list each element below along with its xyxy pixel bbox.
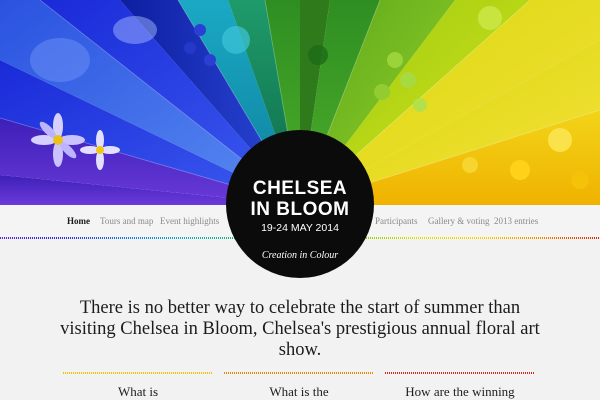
badge-motto: Creation in Colour xyxy=(261,250,339,261)
column-divider xyxy=(385,372,535,374)
column-divider xyxy=(224,372,374,374)
nav-item-gallery-voting[interactable]: Gallery & voting xyxy=(428,216,490,226)
badge-dates: 19-24 MAY 2014 xyxy=(261,222,339,234)
event-badge[interactable]: CHELSEA IN BLOOM 19-24 MAY 2014 Creation… xyxy=(226,130,374,278)
badge-title-line2: IN BLOOM xyxy=(250,199,350,220)
feature-column-3: How are the winning xyxy=(385,372,535,400)
nav-item-participants[interactable]: Participants xyxy=(375,216,418,226)
intro-text: There is no better way to celebrate the … xyxy=(60,298,540,360)
nav-item-tours-and-map[interactable]: Tours and map xyxy=(100,216,153,226)
nav-item-2013-entries[interactable]: 2013 entries xyxy=(494,216,538,226)
badge-title-line1: CHELSEA xyxy=(252,178,348,199)
column-divider xyxy=(63,372,213,374)
feature-column-2: What is the xyxy=(224,372,374,400)
feature-column-1: What is xyxy=(63,372,213,400)
column-heading[interactable]: What is the xyxy=(224,384,374,400)
column-heading[interactable]: How are the winning xyxy=(385,384,535,400)
column-heading[interactable]: What is xyxy=(63,384,213,400)
nav-item-event-highlights[interactable]: Event highlights xyxy=(160,216,219,226)
nav-item-home[interactable]: Home xyxy=(67,216,90,226)
